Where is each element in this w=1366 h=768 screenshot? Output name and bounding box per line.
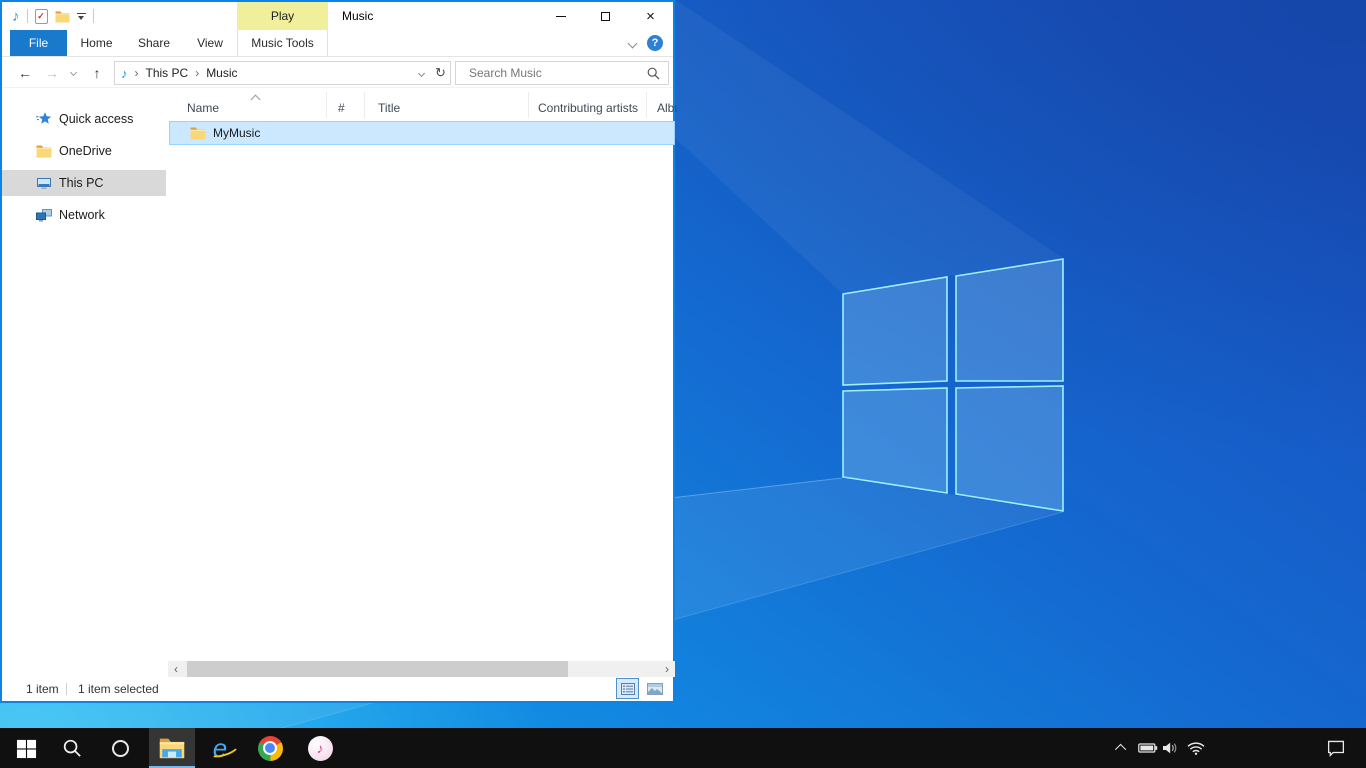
tab-file[interactable]: File <box>10 30 67 56</box>
properties-check-icon[interactable]: ✓ <box>35 9 48 24</box>
column-header-title[interactable]: Title <box>365 92 529 118</box>
cortana-button[interactable] <box>97 728 143 768</box>
network-icon <box>36 207 52 223</box>
qat-separator <box>93 9 94 23</box>
large-icons-view-button[interactable] <box>643 678 666 699</box>
tab-home[interactable]: Home <box>68 30 125 56</box>
status-divider <box>66 683 67 695</box>
selection-status: 1 item selected <box>78 682 159 696</box>
sidebar-item-onedrive[interactable]: OneDrive <box>2 138 166 164</box>
taskbar: e ♪ <box>0 728 1366 768</box>
title-bar[interactable]: ♪ ✓ Play Music × <box>2 2 673 30</box>
chevron-up-icon <box>1115 744 1126 755</box>
back-button[interactable]: ← <box>12 61 38 84</box>
music-note-icon: ♪ <box>121 66 128 81</box>
action-center-button[interactable] <box>1318 728 1354 768</box>
sidebar-item-this-pc[interactable]: This PC <box>2 170 166 196</box>
refresh-button[interactable]: ↻ <box>431 61 451 85</box>
maximize-button[interactable] <box>583 2 628 30</box>
show-hidden-icons-button[interactable] <box>1108 728 1136 768</box>
search-icon <box>62 738 83 759</box>
column-header-name[interactable]: Name <box>168 92 327 118</box>
folder-icon <box>190 126 206 140</box>
taskbar-itunes-button[interactable]: ♪ <box>297 728 343 768</box>
wifi-tray-icon[interactable] <box>1184 728 1208 768</box>
taskbar-internet-explorer-button[interactable]: e <box>197 728 243 768</box>
minimize-button[interactable] <box>538 2 583 30</box>
scroll-left-arrow[interactable]: ‹ <box>168 661 184 677</box>
tab-view[interactable]: View <box>183 30 237 56</box>
breadcrumb-separator: › <box>195 66 199 80</box>
battery-tray-icon[interactable] <box>1136 728 1160 768</box>
column-header-track-number[interactable]: # <box>327 92 365 118</box>
column-header-album[interactable]: Album <box>647 92 677 118</box>
window-title: Music <box>342 2 373 30</box>
scroll-right-arrow[interactable]: › <box>659 661 675 677</box>
close-button[interactable]: × <box>628 2 673 30</box>
start-button[interactable] <box>3 728 49 768</box>
taskbar-chrome-button[interactable] <box>247 728 293 768</box>
address-bar[interactable]: ♪ › This PC › Music <box>114 61 432 85</box>
sidebar-item-quick-access[interactable]: Quick access <box>2 106 166 132</box>
minimize-icon <box>556 16 566 17</box>
sidebar-item-network[interactable]: Network <box>2 202 166 228</box>
file-explorer-window: ♪ ✓ Play Music × File Home Share View Mu… <box>0 0 675 703</box>
chrome-icon <box>258 736 283 761</box>
help-icon[interactable]: ? <box>647 35 663 51</box>
item-count: 1 item <box>26 682 59 696</box>
search-input[interactable] <box>456 66 647 80</box>
column-header-contributing-artists[interactable]: Contributing artists <box>529 92 647 118</box>
qat-separator <box>27 9 28 23</box>
this-pc-monitor-icon <box>36 175 52 191</box>
file-item-mymusic[interactable]: MyMusic <box>169 121 675 145</box>
column-headers: Name # Title Contributing artists Album <box>168 92 673 118</box>
taskbar-search-button[interactable] <box>49 728 95 768</box>
quick-access-star-icon <box>36 111 52 127</box>
forward-button[interactable]: → <box>40 61 64 84</box>
notification-icon <box>1326 739 1346 757</box>
sort-ascending-icon <box>251 95 261 105</box>
music-note-icon: ♪ <box>12 9 20 24</box>
volume-tray-icon[interactable] <box>1158 728 1182 768</box>
recent-locations-dropdown[interactable] <box>66 61 80 84</box>
breadcrumb-music[interactable]: Music <box>206 66 237 80</box>
search-icon[interactable] <box>647 67 668 80</box>
up-button[interactable]: ↑ <box>84 61 110 84</box>
address-bar-row: ← → ↑ ♪ › This PC › Music ↻ <box>2 57 673 88</box>
desktop-screen: ♪ ✓ Play Music × File Home Share View Mu… <box>0 0 1366 768</box>
quick-access-toolbar: ♪ ✓ <box>12 2 94 30</box>
windows-logo-icon <box>16 738 37 759</box>
search-box <box>455 61 669 85</box>
folder-icon <box>36 143 52 159</box>
details-view-button[interactable] <box>616 678 639 699</box>
caption-buttons: × <box>538 2 673 30</box>
breadcrumb-separator: › <box>135 66 139 80</box>
scrollbar-thumb[interactable] <box>187 661 568 677</box>
tab-music-tools[interactable]: Music Tools <box>237 30 328 56</box>
customize-qat-dropdown-icon[interactable] <box>77 13 86 20</box>
navigation-pane: Quick access OneDrive This PC Network <box>2 88 168 676</box>
breadcrumb-this-pc[interactable]: This PC <box>146 66 189 80</box>
tab-play[interactable]: Play <box>237 2 328 30</box>
cortana-ring-icon <box>112 740 129 757</box>
taskbar-file-explorer-button[interactable] <box>149 728 195 768</box>
expand-ribbon-chevron-icon[interactable] <box>628 38 638 48</box>
file-explorer-icon <box>159 736 185 759</box>
itunes-icon: ♪ <box>308 736 333 761</box>
tab-share[interactable]: Share <box>126 30 182 56</box>
internet-explorer-icon: e <box>213 735 227 761</box>
new-folder-icon[interactable] <box>55 10 70 23</box>
file-item-name: MyMusic <box>213 126 260 140</box>
status-bar: 1 item 1 item selected <box>2 677 673 701</box>
maximize-icon <box>601 12 610 21</box>
ribbon-tab-row: File Home Share View Music Tools ? <box>2 30 673 57</box>
address-dropdown-icon[interactable] <box>411 62 431 84</box>
horizontal-scrollbar[interactable]: ‹ › <box>168 661 675 677</box>
